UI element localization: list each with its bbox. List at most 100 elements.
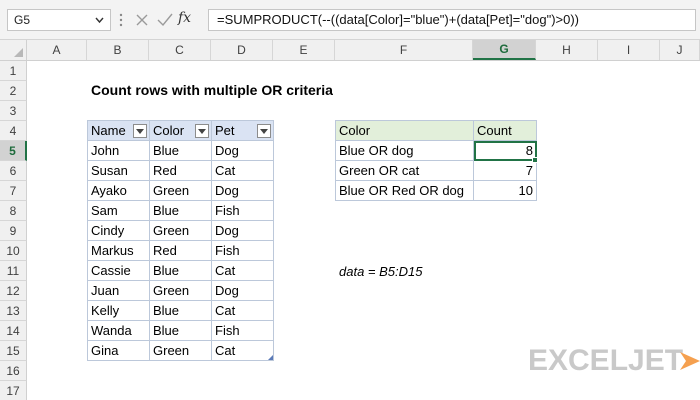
header-pet-label: Pet (215, 123, 235, 138)
column-header-h[interactable]: H (536, 40, 598, 60)
summary-row: Blue OR dog 8 (335, 140, 537, 161)
fill-handle[interactable] (532, 157, 538, 163)
column-header-j[interactable]: J (660, 40, 700, 60)
cell-name[interactable]: Markus (87, 240, 150, 261)
summary-criteria[interactable]: Blue OR dog (335, 140, 474, 161)
cell-color[interactable]: Green (149, 180, 212, 201)
row-header-17[interactable]: 17 (0, 381, 27, 400)
filter-dropdown-icon[interactable] (257, 124, 271, 138)
row-header-4[interactable]: 4 (0, 121, 27, 141)
summary-count[interactable]: 10 (473, 180, 537, 201)
filter-dropdown-icon[interactable] (195, 124, 209, 138)
table-row: Ayako Green Dog (87, 180, 274, 201)
cell-color[interactable]: Red (149, 240, 212, 261)
summary-criteria[interactable]: Green OR cat (335, 160, 474, 181)
cell-name[interactable]: Cindy (87, 220, 150, 241)
data-table-header-row: Name Color Pet (87, 120, 274, 141)
row-header-9[interactable]: 9 (0, 221, 27, 241)
summary-count-active-cell[interactable]: 8 (473, 140, 537, 161)
summary-header-count[interactable]: Count (473, 120, 537, 141)
row-header-15[interactable]: 15 (0, 341, 27, 361)
cell-name[interactable]: Ayako (87, 180, 150, 201)
cell-name[interactable]: Wanda (87, 320, 150, 341)
cell-color[interactable]: Green (149, 280, 212, 301)
row-header-1[interactable]: 1 (0, 61, 27, 81)
formula-input[interactable]: =SUMPRODUCT(--((data[Color]="blue")+(dat… (208, 9, 696, 31)
row-header-7[interactable]: 7 (0, 181, 27, 201)
summary-table: Color Count Blue OR dog 8 Green OR cat 7 B… (335, 120, 537, 201)
row-header-13[interactable]: 13 (0, 301, 27, 321)
chevron-down-icon[interactable] (94, 13, 105, 27)
cell-color[interactable]: Blue (149, 300, 212, 321)
row-header-6[interactable]: 6 (0, 161, 27, 181)
column-header-f[interactable]: F (335, 40, 473, 60)
table-resize-handle-icon[interactable] (268, 355, 273, 360)
row-header-12[interactable]: 12 (0, 281, 27, 301)
cell-color[interactable]: Red (149, 160, 212, 181)
cell-pet[interactable]: Fish (211, 240, 274, 261)
column-header-g[interactable]: G (473, 40, 536, 60)
name-box[interactable]: G5 (7, 9, 111, 31)
cell-name[interactable]: Juan (87, 280, 150, 301)
select-all-corner[interactable] (0, 40, 27, 60)
column-header-d[interactable]: D (211, 40, 273, 60)
column-headers: A B C D E F G H I J (0, 40, 700, 61)
cell-color[interactable]: Green (149, 220, 212, 241)
row-header-14[interactable]: 14 (0, 321, 27, 341)
cell-pet[interactable]: Dog (211, 220, 274, 241)
logo-text: EXCELJET (528, 344, 684, 377)
cell-name[interactable]: Kelly (87, 300, 150, 321)
formula-bar: G5 fx =SUMPRODUCT(--((data[Color]="blue"… (0, 0, 700, 40)
summary-header-color[interactable]: Color (335, 120, 474, 141)
column-header-c[interactable]: C (149, 40, 211, 60)
cell-pet[interactable]: Dog (211, 140, 274, 161)
cell-name[interactable]: Cassie (87, 260, 150, 281)
row-header-3[interactable]: 3 (0, 101, 27, 121)
table-row: Sam Blue Fish (87, 200, 274, 221)
row-header-2[interactable]: 2 (0, 81, 27, 101)
table-row: Cassie Blue Cat (87, 260, 274, 281)
cell-pet[interactable]: Cat (211, 260, 274, 281)
table-row: John Blue Dog (87, 140, 274, 161)
row-header-5[interactable]: 5 (0, 141, 27, 161)
cell-color[interactable]: Blue (149, 140, 212, 161)
table-row: Juan Green Dog (87, 280, 274, 301)
more-options-icon (119, 13, 123, 27)
cell-pet[interactable]: Fish (211, 320, 274, 341)
summary-criteria[interactable]: Blue OR Red OR dog (335, 180, 474, 201)
row-header-11[interactable]: 11 (0, 261, 27, 281)
cell-color[interactable]: Blue (149, 320, 212, 341)
column-header-e[interactable]: E (273, 40, 335, 60)
row-header-10[interactable]: 10 (0, 241, 27, 261)
cell-pet[interactable]: Cat (211, 160, 274, 181)
column-header-a[interactable]: A (27, 40, 87, 60)
cancel-icon[interactable] (134, 9, 150, 31)
cell-color[interactable]: Blue (149, 200, 212, 221)
column-header-i[interactable]: I (598, 40, 660, 60)
cell-pet[interactable]: Dog (211, 280, 274, 301)
summary-row: Blue OR Red OR dog 10 (335, 180, 537, 201)
header-color[interactable]: Color (149, 120, 212, 141)
summary-header-row: Color Count (335, 120, 537, 141)
cell-name[interactable]: Susan (87, 160, 150, 181)
header-color-label: Color (153, 123, 185, 138)
cell-name[interactable]: Sam (87, 200, 150, 221)
cell-color[interactable]: Green (149, 340, 212, 361)
filter-dropdown-icon[interactable] (133, 124, 147, 138)
cell-pet[interactable]: Cat (211, 340, 274, 361)
table-row: Cindy Green Dog (87, 220, 274, 241)
cell-pet[interactable]: Fish (211, 200, 274, 221)
cell-name[interactable]: Gina (87, 340, 150, 361)
cell-pet[interactable]: Cat (211, 300, 274, 321)
cell-pet[interactable]: Dog (211, 180, 274, 201)
header-pet[interactable]: Pet (211, 120, 274, 141)
summary-count[interactable]: 7 (473, 160, 537, 181)
row-header-8[interactable]: 8 (0, 201, 27, 221)
cell-name[interactable]: John (87, 140, 150, 161)
column-header-b[interactable]: B (87, 40, 149, 60)
header-name[interactable]: Name (87, 120, 150, 141)
insert-function-icon[interactable]: fx (178, 10, 191, 26)
row-header-16[interactable]: 16 (0, 361, 27, 381)
cell-color[interactable]: Blue (149, 260, 212, 281)
enter-check-icon[interactable] (156, 9, 174, 31)
